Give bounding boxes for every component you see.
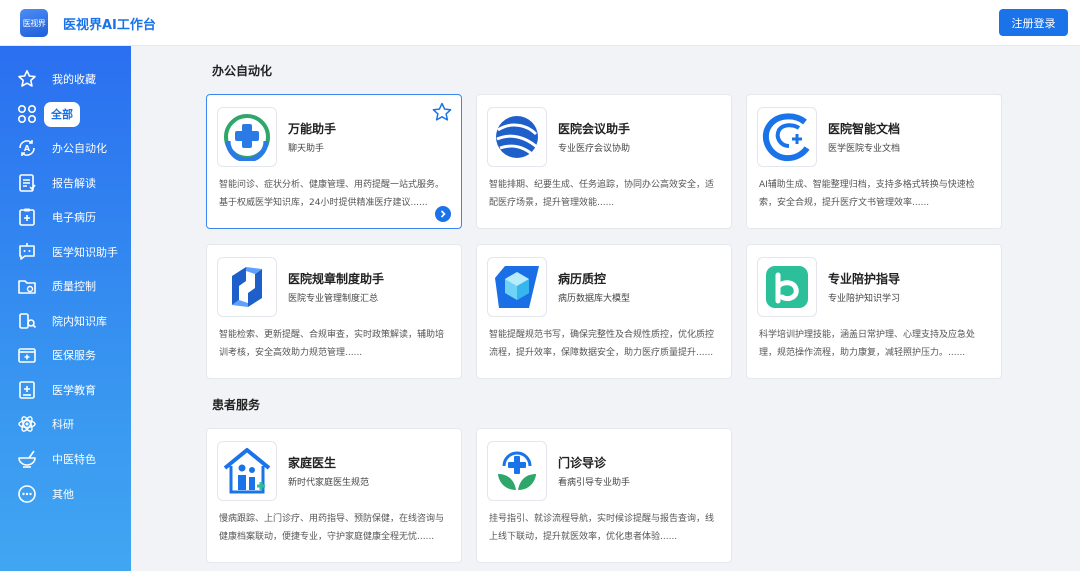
card-subtitle: 聊天助手 xyxy=(288,144,325,154)
card-description: 智能检索、更新提醒、合规审查，实时政策解读，辅助培训考核，安全高效助力规范管理.… xyxy=(219,330,445,358)
card-subtitle: 病历数据库大模型 xyxy=(558,294,631,304)
sidebar-item-emr[interactable]: 电子病历 xyxy=(0,203,131,231)
cross-leaf-icon xyxy=(487,441,547,501)
sidebar-item-label: 科研 xyxy=(52,418,74,431)
sidebar-item-label: 医学教育 xyxy=(52,384,96,397)
sidebar-item-knowledge-assistant[interactable]: 医学知识助手 xyxy=(0,238,131,266)
sidebar-item-label: 院内知识库 xyxy=(52,315,107,328)
card-care-guidance[interactable]: 专业陪护指导 专业陪护知识学习 科学培训护理技能，涵盖日常护理、心理支持及应急处… xyxy=(746,244,1002,379)
card-description: AI辅助生成、智能整理归档，支持多格式转换与快速检索，安全合规，提升医疗文书管理… xyxy=(759,180,975,208)
sidebar: 我的收藏 全部 A 办公自动化 报告解读 电子病历 医学知识助手 质量控制 院内… xyxy=(0,46,131,571)
card-subtitle: 看病引导专业助手 xyxy=(558,478,631,488)
card-subtitle: 专业陪护知识学习 xyxy=(828,294,901,304)
section-title-patient: 患者服务 xyxy=(212,398,261,412)
medical-cross-icon xyxy=(217,107,277,167)
mortar-icon xyxy=(17,449,37,469)
sidebar-item-all[interactable]: 全部 xyxy=(0,100,131,128)
sidebar-item-label: 其他 xyxy=(52,488,74,501)
card-subtitle: 医院专业管理制度汇总 xyxy=(288,294,379,304)
card-outpatient-guide[interactable]: 门诊导诊 看病引导专业助手 挂号指引、就诊流程导航，实时候诊提醒与报告查询，线上… xyxy=(476,428,732,563)
sidebar-item-quality-control[interactable]: 质量控制 xyxy=(0,272,131,300)
svg-text:A: A xyxy=(24,144,31,153)
medical-record-icon xyxy=(17,207,37,227)
sidebar-item-education[interactable]: 医学教育 xyxy=(0,376,131,404)
card-title: 万能助手 xyxy=(288,122,337,136)
sidebar-item-knowledge-base[interactable]: 院内知识库 xyxy=(0,307,131,335)
quality-folder-icon xyxy=(17,276,37,296)
card-title: 医院会议助手 xyxy=(558,122,631,136)
section-title-office: 办公自动化 xyxy=(212,64,273,78)
card-title: 病历质控 xyxy=(558,272,607,286)
education-icon xyxy=(17,380,37,400)
sidebar-item-office-automation[interactable]: A 办公自动化 xyxy=(0,134,131,162)
care-letter-icon xyxy=(757,257,817,317)
hexagon-cube-icon xyxy=(487,257,547,317)
card-title: 医院规章制度助手 xyxy=(288,272,385,286)
card-title: 门诊导诊 xyxy=(558,456,607,470)
app-title: 医视界AI工作台 xyxy=(63,18,156,33)
card-title: 家庭医生 xyxy=(288,456,337,470)
card-subtitle: 专业医疗会议协助 xyxy=(558,144,631,154)
sidebar-item-report[interactable]: 报告解读 xyxy=(0,169,131,197)
sidebar-item-label: 中医特色 xyxy=(52,453,96,466)
insurance-icon xyxy=(17,345,37,365)
sidebar-item-label: 医保服务 xyxy=(52,349,96,362)
sidebar-item-label: 办公自动化 xyxy=(52,142,107,155)
favorite-star-icon[interactable] xyxy=(431,101,453,123)
card-subtitle: 医学医院专业文档 xyxy=(828,144,901,154)
card-description: 科学培训护理技能，涵盖日常护理、心理支持及应急处理，规范操作流程，助力康复，减轻… xyxy=(759,330,976,358)
office-automation-icon: A xyxy=(17,138,37,158)
card-family-doctor[interactable]: 家庭医生 新时代家庭医生规范 慢病跟踪、上门诊疗、用药指导、预防保健，在线咨询与… xyxy=(206,428,462,563)
card-description: 智能排期、纪要生成、任务追踪，协同办公高效安全，适配医疗场景，提升管理效能...… xyxy=(489,180,715,208)
sidebar-item-label: 我的收藏 xyxy=(52,73,96,86)
card-description: 挂号指引、就诊流程导航，实时候诊提醒与报告查询，线上线下联动，提升就医效率，优化… xyxy=(489,514,715,542)
grid-icon xyxy=(17,104,37,124)
card-regulation-assistant[interactable]: 医院规章制度助手 医院专业管理制度汇总 智能检索、更新提醒、合规审查，实时政策解… xyxy=(206,244,462,379)
card-description: 慢病跟踪、上门诊疗、用药指导、预防保健，在线咨询与健康档案联动，便捷专业，守护家… xyxy=(219,514,445,542)
more-icon xyxy=(17,484,37,504)
card-smart-document[interactable]: 医院智能文档 医学医院专业文档 AI辅助生成、智能整理归档，支持多格式转换与快速… xyxy=(746,94,1002,229)
sidebar-item-label: 电子病历 xyxy=(52,211,96,224)
sidebar-item-favorites[interactable]: 我的收藏 xyxy=(0,65,131,93)
card-title: 专业陪护指导 xyxy=(828,272,901,286)
globe-swirl-icon xyxy=(487,107,547,167)
atom-icon xyxy=(17,414,37,434)
register-login-button[interactable]: 注册登录 xyxy=(999,9,1068,36)
card-record-quality[interactable]: 病历质控 病历数据库大模型 智能提醒规范书写，确保完整性及合规性质控，优化质控流… xyxy=(476,244,732,379)
card-description: 智能问诊、症状分析、健康管理、用药提醒一站式服务。基于权威医学知识库，24小时提… xyxy=(219,180,445,208)
card-description: 智能提醒规范书写，确保完整性及合规性质控，优化质控流程，提升效率，保障数据安全，… xyxy=(489,330,715,358)
sidebar-item-research[interactable]: 科研 xyxy=(0,410,131,438)
arrow-right-icon[interactable] xyxy=(435,206,451,222)
sidebar-item-insurance[interactable]: 医保服务 xyxy=(0,341,131,369)
document-swirl-icon xyxy=(757,107,817,167)
card-title: 医院智能文档 xyxy=(828,122,901,136)
card-subtitle: 新时代家庭医生规范 xyxy=(288,478,370,488)
star-icon xyxy=(17,69,37,89)
top-header: 医视界 医视界AI工作台 注册登录 xyxy=(0,0,1080,46)
card-universal-assistant[interactable]: 万能助手 聊天助手 智能问诊、症状分析、健康管理、用药提醒一站式服务。基于权威医… xyxy=(206,94,462,229)
sidebar-item-tcm[interactable]: 中医特色 xyxy=(0,445,131,473)
sidebar-item-label: 全部 xyxy=(44,101,80,127)
sidebar-item-other[interactable]: 其他 xyxy=(0,480,131,508)
chat-bot-icon xyxy=(17,242,37,262)
app-logo[interactable]: 医视界 xyxy=(20,9,48,37)
sidebar-item-label: 质量控制 xyxy=(52,280,96,293)
knowledge-base-icon xyxy=(17,311,37,331)
sidebar-item-label: 医学知识助手 xyxy=(52,246,118,259)
family-house-icon xyxy=(217,441,277,501)
regulation-cube-icon xyxy=(217,257,277,317)
report-icon xyxy=(17,173,37,193)
sidebar-item-label: 报告解读 xyxy=(52,177,96,190)
card-meeting-assistant[interactable]: 医院会议助手 专业医疗会议协助 智能排期、纪要生成、任务追踪，协同办公高效安全，… xyxy=(476,94,732,229)
